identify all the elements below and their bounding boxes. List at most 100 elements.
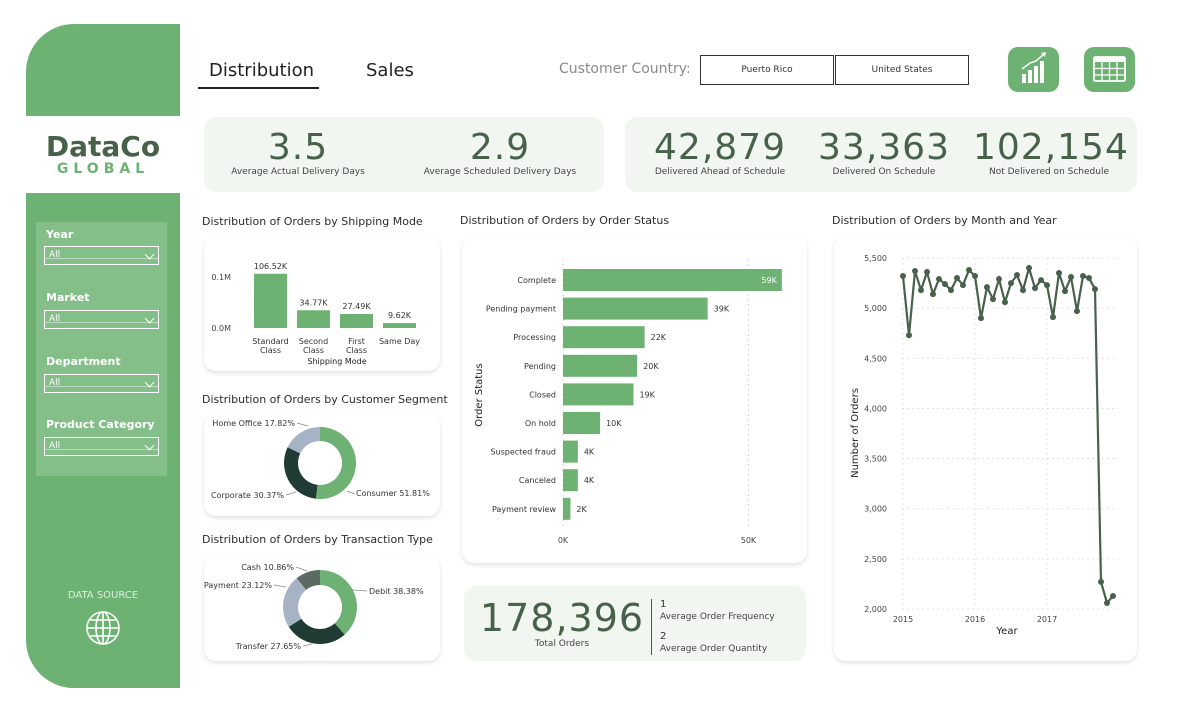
filter-product-category-dropdown[interactable]: All	[44, 437, 159, 456]
data-point[interactable]	[1020, 287, 1026, 294]
y-tick-label: Processing	[513, 333, 556, 342]
slice-label: Transfer 27.65%	[235, 642, 302, 651]
slice-label: Consumer 51.81%	[356, 489, 430, 498]
filter-year-dropdown[interactable]: All	[44, 246, 159, 265]
y-tick-label: Pending payment	[486, 305, 556, 314]
avg-order-quantity-label: Average Order Quantity	[660, 644, 768, 654]
data-point[interactable]	[1014, 272, 1020, 279]
month-year-chart-card: 2,000 2,500 3,000 3,500 4,000 4,500 5,000 5,500…	[834, 237, 1137, 661]
customer-country-label: Customer Country:	[559, 61, 691, 77]
bar[interactable]	[563, 326, 645, 349]
country-option-united-states[interactable]: United States	[835, 55, 969, 85]
data-point[interactable]	[1092, 286, 1098, 293]
x-axis-label: Shipping Mode	[307, 357, 366, 366]
data-point[interactable]	[912, 268, 918, 275]
bar[interactable]	[563, 383, 634, 406]
data-point[interactable]	[996, 276, 1002, 283]
x-tick-label: First	[348, 337, 365, 346]
y-tick-label: Complete	[517, 276, 556, 285]
data-label: 22K	[651, 333, 667, 342]
donut-slice[interactable]	[287, 427, 320, 454]
data-point[interactable]	[936, 276, 942, 283]
globe-icon[interactable]	[85, 610, 121, 646]
data-label: 19K	[639, 390, 655, 399]
data-point[interactable]	[924, 269, 930, 276]
data-point[interactable]	[1056, 270, 1062, 277]
donut-slice[interactable]	[315, 427, 356, 499]
x-tick-label: 2015	[893, 615, 913, 624]
bar[interactable]	[563, 469, 578, 492]
customer-segment-donut-chart: Consumer 51.81% Corporate 30.37% Home Offi…	[211, 419, 430, 500]
shipping-mode-bar-chart: 0.0M0.1M106.52KStandardClass34.77KSecond…	[211, 262, 420, 366]
data-point[interactable]	[1044, 282, 1050, 289]
data-point[interactable]	[990, 296, 996, 303]
data-point[interactable]	[918, 287, 924, 294]
bar[interactable]	[563, 440, 578, 463]
data-point[interactable]	[930, 291, 936, 298]
data-point[interactable]	[906, 332, 912, 339]
kpi-avg-actual-delivery-label: Average Actual Delivery Days	[231, 167, 365, 177]
order-status-chart-title: Distribution of Orders by Order Status	[460, 214, 670, 227]
avg-order-frequency-label: Average Order Frequency	[660, 612, 775, 622]
data-point[interactable]	[1104, 599, 1110, 606]
shipping-mode-chart-card: 0.0M 0.1M 106.52K Standard Class 34.77K Second…	[204, 237, 440, 371]
bar[interactable]	[340, 314, 373, 328]
data-point[interactable]	[948, 287, 954, 294]
y-tick-label: 2,000	[864, 605, 887, 614]
bar[interactable]	[563, 354, 638, 377]
x-tick-label: 2016	[965, 615, 985, 624]
country-option-puerto-rico[interactable]: Puerto Rico	[700, 55, 834, 85]
data-point[interactable]	[960, 282, 966, 289]
data-point[interactable]	[1050, 314, 1056, 321]
y-tick-label: 5,000	[864, 304, 887, 313]
y-axis-label: Number of Orders	[850, 388, 861, 478]
data-point[interactable]	[1002, 299, 1008, 306]
leader-line	[296, 422, 309, 427]
data-point[interactable]	[900, 273, 906, 280]
data-point[interactable]	[1110, 592, 1116, 599]
y-tick-label: 3,500	[864, 455, 887, 464]
data-point[interactable]	[1080, 273, 1086, 280]
data-point[interactable]	[984, 284, 990, 291]
data-point[interactable]	[1086, 275, 1092, 282]
bar[interactable]	[563, 269, 782, 291]
filter-panel: Year All Market All Department All Produ…	[36, 222, 167, 476]
kpi-not-on-schedule-value: 102,154	[973, 127, 1129, 168]
leader-line	[295, 566, 308, 572]
data-label: 9.62K	[388, 311, 412, 320]
tab-sales[interactable]: Sales	[366, 60, 414, 81]
data-point[interactable]	[1074, 308, 1080, 315]
month-year-line-chart: 2,000 2,500 3,000 3,500 4,000 4,500 5,000 5,500…	[850, 254, 1118, 637]
bar[interactable]	[563, 497, 571, 520]
data-point[interactable]	[1008, 280, 1014, 287]
tab-distribution[interactable]: Distribution	[209, 60, 314, 81]
data-point[interactable]	[954, 275, 960, 282]
data-point[interactable]	[942, 281, 948, 288]
bar[interactable]	[254, 273, 287, 328]
data-point[interactable]	[1032, 285, 1038, 292]
chart-view-button[interactable]	[1008, 47, 1059, 92]
table-view-button[interactable]	[1084, 47, 1135, 92]
leader-line	[346, 490, 356, 495]
data-point[interactable]	[972, 273, 978, 280]
data-point[interactable]	[1026, 265, 1032, 272]
bar[interactable]	[563, 412, 601, 434]
data-point[interactable]	[1038, 277, 1044, 284]
bar[interactable]	[563, 297, 708, 320]
leader-line	[285, 491, 297, 496]
filter-department-dropdown[interactable]: All	[44, 374, 159, 393]
data-point[interactable]	[1068, 274, 1074, 281]
donut-slice[interactable]	[320, 570, 357, 635]
bar[interactable]	[383, 323, 416, 328]
active-tab-indicator	[198, 87, 319, 89]
data-point[interactable]	[966, 267, 972, 274]
data-point[interactable]	[1062, 288, 1068, 295]
kpi-card-delivery-days: 3.5 Average Actual Delivery Days 2.9 Ave…	[204, 117, 604, 192]
data-point[interactable]	[978, 315, 984, 322]
avg-order-quantity-value: 2	[660, 631, 667, 642]
data-point[interactable]	[1098, 578, 1104, 585]
total-orders-value: 178,396	[479, 596, 645, 640]
donut-slice[interactable]	[284, 447, 318, 499]
filter-market-dropdown[interactable]: All	[44, 310, 159, 329]
bar[interactable]	[297, 310, 330, 328]
